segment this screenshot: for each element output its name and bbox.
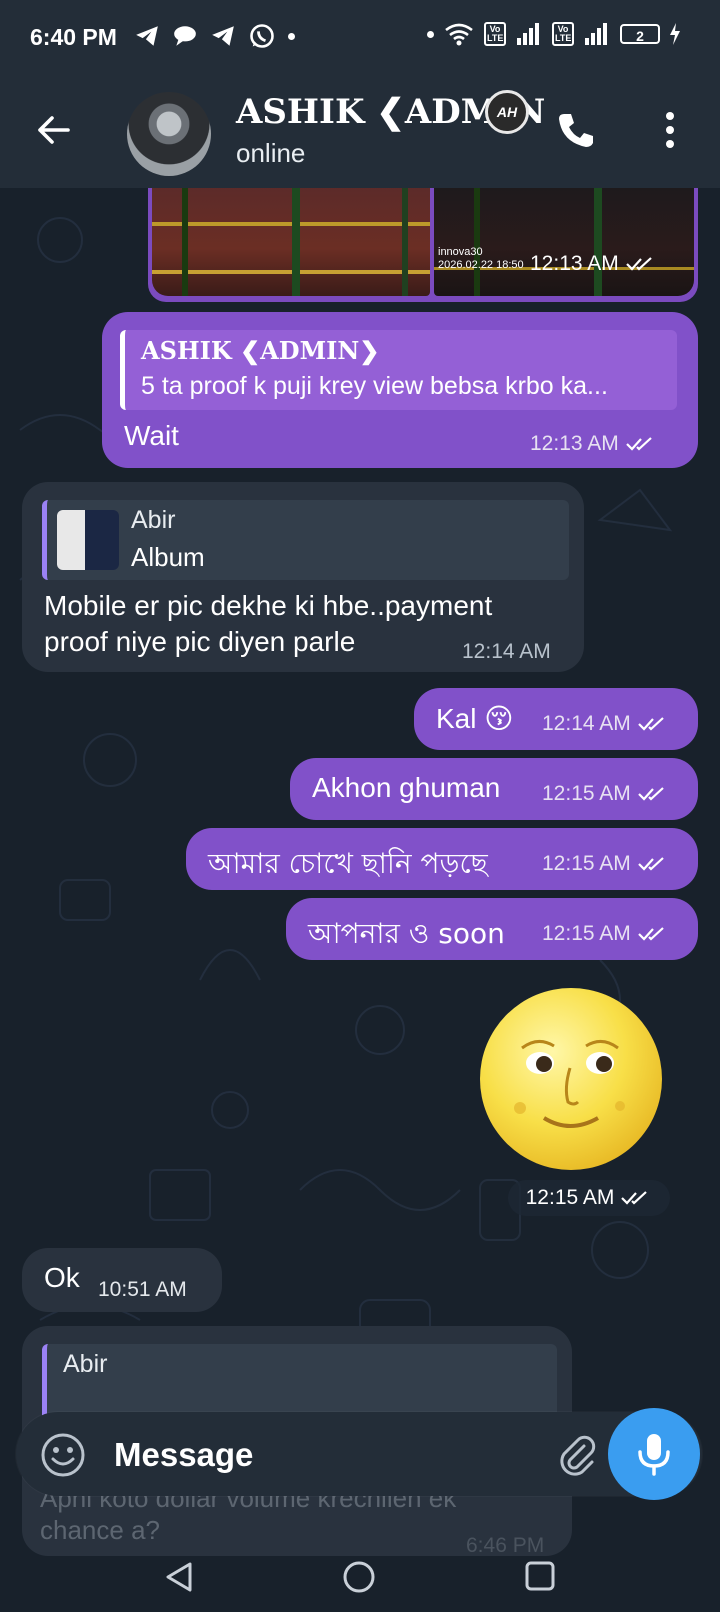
double-check-icon [637,717,664,731]
online-status: online [236,138,306,168]
system-navigation-bar [0,1544,720,1612]
message-text: Mobile er pic dekhe ki hbe..payment [44,590,493,621]
reply-author: Abir [131,506,176,534]
message-time: 12:14 AM [542,712,669,736]
volte-icon: Vo LTE [484,22,506,46]
volte-icon: Vo LTE [552,22,574,46]
moon-face-sticker[interactable] [480,988,662,1170]
incoming-message[interactable]: Ok 10:51 AM [22,1248,222,1312]
charging-icon [670,23,680,45]
message-text: আমার চোখে ছানি পড়ছে [208,847,488,880]
admin-badge: AH [485,90,529,134]
reply-thumbnail [57,510,119,570]
message-text: Akhon ghuman [312,772,501,803]
message-time: 12:13 AM [530,432,657,456]
outgoing-message[interactable]: Kal 😚 12:14 AM [414,688,698,750]
telegram-icon [212,26,234,46]
message-text: Ok [44,1262,80,1293]
reply-snippet: Album [131,542,205,572]
battery-icon: 2 [620,24,660,44]
dot-icon [427,30,434,38]
chat-header: ASHIK ❮ADMIN AH online [0,78,720,188]
message-text: আপনার ও soon [308,917,505,950]
double-check-icon [637,787,664,801]
double-check-icon [625,257,652,271]
phone-icon[interactable] [556,110,596,150]
message-time: 10:51 AM [98,1278,187,1301]
reply-snippet: 5 ta proof k puji krey view bebsa krbo k… [141,372,608,400]
message-list[interactable]: innova30 2026.02.22 18:50 12:13 AM ASHIK… [0,178,720,1612]
outgoing-message[interactable]: আপনার ও soon 12:15 AM [286,898,698,960]
notification-icons [134,22,295,50]
more-notifications-icon [288,32,295,40]
double-check-icon [625,437,652,451]
message-time: 12:15 AM [508,1180,670,1216]
back-arrow-icon[interactable] [34,110,74,150]
message-time: 12:15 AM [542,782,669,806]
wifi-icon [445,23,473,46]
microphone-icon [638,1434,670,1476]
photo-watermark: innova30 2026.02.22 18:50 [438,246,524,271]
message-time: 12:15 AM [542,922,669,946]
message-text: proof niye pic diyen parle [44,626,356,657]
whatsapp-icon [250,24,274,48]
chat-bubble-icon [174,26,196,46]
double-check-icon [637,927,664,941]
album-photo[interactable] [152,178,430,296]
reply-author: Abir [63,1350,108,1378]
album-message[interactable]: innova30 2026.02.22 18:50 12:13 AM [148,178,698,302]
message-time: 12:15 AM [542,852,669,876]
more-options-icon[interactable] [660,110,680,150]
status-bar: 6:40 PM Vo LTE Vo LTE 2 [0,0,720,78]
reply-preview[interactable]: ASHIK ❮ADMIN❯ 5 ta proof k puji krey vie… [120,330,677,410]
reply-author: ASHIK ❮ADMIN❯ [141,336,380,365]
message-text: Wait [124,420,179,451]
recents-icon[interactable] [524,1560,556,1592]
signal-icon [585,23,607,45]
telegram-icon [136,26,158,46]
outgoing-message[interactable]: Akhon ghuman 12:15 AM [290,758,698,820]
outgoing-message[interactable]: আমার চোখে ছানি পড়ছে 12:15 AM [186,828,698,890]
album-photo[interactable] [434,178,694,296]
microphone-button[interactable] [608,1408,700,1500]
message-text: Kal 😚 [436,703,514,734]
emoji-icon[interactable] [40,1432,86,1478]
incoming-message[interactable]: Abir Album Mobile er pic dekhe ki hbe..p… [22,482,584,672]
outgoing-message[interactable]: ASHIK ❮ADMIN❯ 5 ta proof k puji krey vie… [102,312,698,468]
reply-preview[interactable]: Abir Album [42,500,569,580]
system-icons: Vo LTE Vo LTE 2 [427,22,680,46]
double-check-icon [621,1191,648,1205]
back-icon[interactable] [162,1560,196,1594]
double-check-icon [637,857,664,871]
avatar[interactable] [127,92,211,176]
message-time: 12:14 AM [462,640,551,663]
message-composer [16,1412,702,1496]
status-time: 6:40 PM [30,24,117,50]
moon-face-icon [514,1040,625,1128]
message-input[interactable] [112,1430,536,1480]
message-time: 12:13 AM [530,252,657,276]
signal-icon [517,23,539,45]
home-icon[interactable] [342,1560,376,1594]
paperclip-icon[interactable] [554,1432,600,1478]
